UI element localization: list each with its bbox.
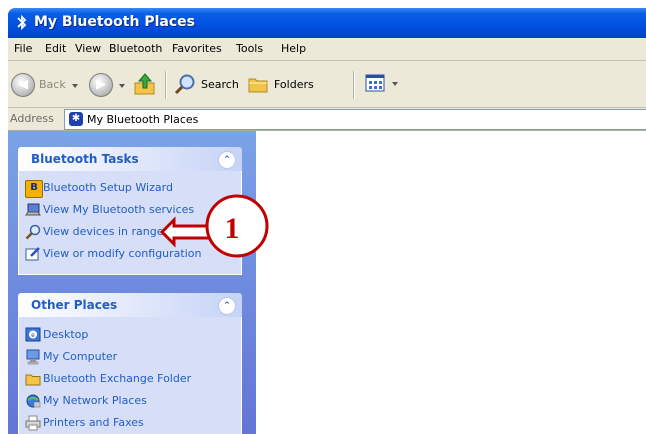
- views-dropdown-icon[interactable]: [392, 82, 398, 86]
- address-value: My Bluetooth Places: [87, 113, 199, 126]
- magnifier-icon: [25, 224, 41, 240]
- toolbar: ◀ Back ▶ Search Folders: [8, 61, 646, 108]
- title-bar[interactable]: My Bluetooth Places: [8, 8, 646, 38]
- back-label[interactable]: Back: [39, 78, 66, 91]
- back-button[interactable]: ◀: [11, 73, 35, 97]
- bluetooth-wizard-icon: B: [25, 180, 43, 198]
- panel-header[interactable]: Bluetooth Tasks ⌃: [18, 147, 242, 171]
- task-label: Bluetooth Exchange Folder: [43, 372, 192, 385]
- menu-edit[interactable]: Edit: [45, 42, 66, 55]
- task-label: My Computer: [43, 350, 118, 363]
- task-pane: Bluetooth Tasks ⌃ B Bluetooth Setup Wiza…: [8, 131, 256, 434]
- menu-bluetooth[interactable]: Bluetooth: [109, 42, 162, 55]
- address-bar: Address ✱ My Bluetooth Places: [8, 108, 646, 131]
- toolbar-separator: [165, 71, 167, 99]
- explorer-window: My Bluetooth Places File Edit View Bluet…: [0, 0, 646, 434]
- collapse-chevron-icon[interactable]: ⌃: [218, 297, 236, 315]
- panel-body: e Desktop My Computer Bluetooth Exchange…: [18, 317, 242, 434]
- computer-icon: [26, 349, 40, 365]
- menu-help[interactable]: Help: [281, 42, 306, 55]
- laptop-icon: [25, 203, 41, 216]
- task-setup-wizard[interactable]: B Bluetooth Setup Wizard: [25, 179, 239, 198]
- address-label: Address: [10, 112, 54, 125]
- menu-bar: File Edit View Bluetooth Favorites Tools…: [8, 38, 646, 61]
- folder-icon: [25, 374, 41, 386]
- collapse-chevron-icon[interactable]: ⌃: [218, 151, 236, 169]
- bluetooth-icon: [15, 14, 29, 31]
- forward-dropdown-icon[interactable]: [119, 84, 125, 88]
- up-folder-button[interactable]: [132, 71, 158, 97]
- back-arrow-icon: ◀: [18, 77, 28, 92]
- panel-title: Other Places: [31, 298, 118, 312]
- other-places-panel: Other Places ⌃ e Desktop My Computer Blu…: [18, 293, 242, 434]
- desktop-icon: e: [25, 327, 41, 342]
- printer-icon: [25, 415, 41, 431]
- bluetooth-tasks-panel: Bluetooth Tasks ⌃ B Bluetooth Setup Wiza…: [18, 147, 242, 275]
- menu-file[interactable]: File: [14, 42, 32, 55]
- config-icon: [25, 247, 40, 261]
- menu-tools[interactable]: Tools: [236, 42, 263, 55]
- address-field[interactable]: ✱ My Bluetooth Places: [64, 109, 646, 130]
- toolbar-separator: [353, 71, 355, 99]
- search-label[interactable]: Search: [201, 78, 239, 91]
- views-button[interactable]: [365, 74, 385, 92]
- panel-body: B Bluetooth Setup Wizard View My Bluetoo…: [18, 171, 242, 275]
- panel-title: Bluetooth Tasks: [31, 152, 139, 166]
- folders-label[interactable]: Folders: [274, 78, 314, 91]
- content-pane[interactable]: [256, 131, 646, 434]
- search-button[interactable]: [174, 73, 196, 95]
- bluetooth-icon: ✱: [69, 112, 83, 126]
- task-view-configuration[interactable]: View or modify configuration: [25, 245, 239, 263]
- svg-text:e: e: [31, 332, 35, 339]
- up-folder-icon: [134, 73, 155, 95]
- folders-button[interactable]: [247, 73, 269, 95]
- place-my-computer[interactable]: My Computer: [25, 348, 239, 366]
- panel-header[interactable]: Other Places ⌃: [18, 293, 242, 317]
- folders-icon: [248, 78, 268, 93]
- forward-arrow-icon: ▶: [96, 77, 106, 92]
- task-label: View or modify configuration: [43, 247, 202, 260]
- task-view-devices[interactable]: View devices in range: [25, 223, 239, 241]
- views-icon: [365, 74, 385, 92]
- place-bluetooth-exchange-folder[interactable]: Bluetooth Exchange Folder: [25, 370, 239, 388]
- place-printers-and-faxes[interactable]: Printers and Faxes: [25, 414, 239, 432]
- task-label: Bluetooth Setup Wizard: [43, 181, 173, 194]
- network-icon: [26, 394, 41, 408]
- search-icon: [174, 74, 195, 95]
- place-my-network-places[interactable]: My Network Places: [25, 392, 239, 410]
- menu-favorites[interactable]: Favorites: [172, 42, 222, 55]
- place-desktop[interactable]: e Desktop: [25, 326, 239, 344]
- task-label: View devices in range: [43, 225, 164, 238]
- window-title: My Bluetooth Places: [34, 14, 195, 30]
- task-label: View My Bluetooth services: [43, 203, 195, 216]
- back-dropdown-icon[interactable]: [72, 84, 78, 88]
- task-label: Printers and Faxes: [43, 416, 144, 429]
- task-label: My Network Places: [43, 394, 147, 407]
- forward-button[interactable]: ▶: [89, 73, 113, 97]
- menu-view[interactable]: View: [75, 42, 101, 55]
- task-view-services[interactable]: View My Bluetooth services: [25, 201, 239, 219]
- task-label: Desktop: [43, 328, 89, 341]
